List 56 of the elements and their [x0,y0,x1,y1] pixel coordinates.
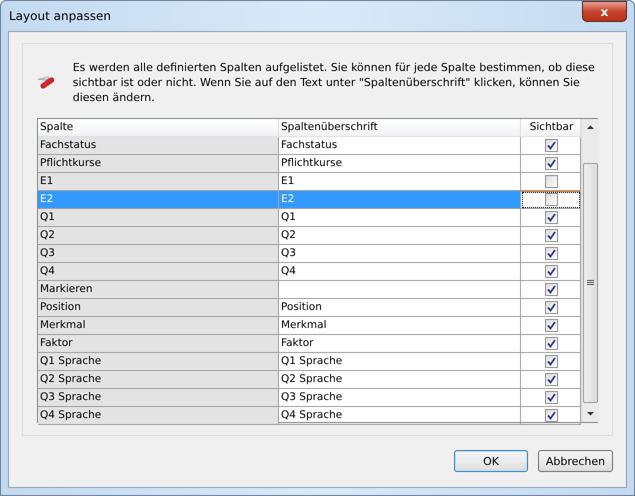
checkbox[interactable] [545,319,558,332]
checkbox[interactable] [545,301,558,314]
table-cell[interactable]: Faktor [279,335,521,353]
table-cell[interactable]: Position [279,299,521,317]
close-button[interactable]: x [582,1,627,22]
grip-icon [587,280,594,286]
table-cell: Q4 Sprache [38,407,279,425]
table-cell[interactable]: Q4 [279,263,521,281]
dialog-button[interactable]: Abbrechen [538,450,613,472]
table-cell: Q4 [38,263,279,281]
checkbox[interactable] [545,139,558,152]
table-cell[interactable]: Q3 [279,245,521,263]
window-title: Layout anpassen [8,9,112,23]
checkbox[interactable] [545,337,558,350]
table-cell: Q1 Sprache [38,353,279,371]
table-cell: Position [38,299,279,317]
table-cell[interactable]: Q2 Sprache [279,371,521,389]
table-cell: Q2 Sprache [38,371,279,389]
column-header[interactable]: Spaltenüberschrift [279,119,521,137]
checkbox[interactable] [545,265,558,278]
table-cell[interactable]: Pflichtkurse [279,155,521,173]
column-header[interactable]: Sichtbar [521,119,581,137]
table-cell[interactable]: Q2 [279,227,521,245]
table-cell: Q3 [38,245,279,263]
table-cell: Markieren [38,281,279,299]
scrollbar[interactable] [581,119,599,422]
description-text: Es werden alle definierten Spalten aufgelistet. Sie können für jede Spalte bestimmen, ob diese sichtbar ist oder nicht. Wenn Sie auf den Text unter "Spaltenüberschrift" klicken, können Sie diesen ändern. [72,60,596,105]
checkbox[interactable] [545,193,558,206]
checkbox[interactable] [545,247,558,260]
checkbox[interactable] [545,391,558,404]
checkbox[interactable] [545,355,558,368]
checkbox[interactable] [545,175,558,188]
table-cell: E2 [38,191,279,209]
table-cell: Faktor [38,335,279,353]
table-cell: Q2 [38,227,279,245]
column-header[interactable]: Spalte [38,119,279,137]
table-cell[interactable]: Q4 Sprache [279,407,521,425]
table-cell: Fachstatus [38,137,279,155]
table-cell: Q3 Sprache [38,389,279,407]
table-cell[interactable]: Fachstatus [279,137,521,155]
checkbox[interactable] [545,211,558,224]
table-cell: Q1 [38,209,279,227]
dialog-button[interactable]: OK [454,450,528,472]
table-cell: Pflichtkurse [38,155,279,173]
table-cell[interactable] [279,281,521,299]
table-cell: Merkmal [38,317,279,335]
table-cell: E1 [38,173,279,191]
table-cell[interactable]: Merkmal [279,317,521,335]
table-cell[interactable]: Q1 Sprache [279,353,521,371]
table-cell[interactable]: Q3 Sprache [279,389,521,407]
checkbox[interactable] [545,373,558,386]
checkbox[interactable] [545,409,558,422]
checkbox[interactable] [545,157,558,170]
table-cell[interactable]: Q1 [279,209,521,227]
checkbox[interactable] [545,283,558,296]
checkbox[interactable] [545,229,558,242]
